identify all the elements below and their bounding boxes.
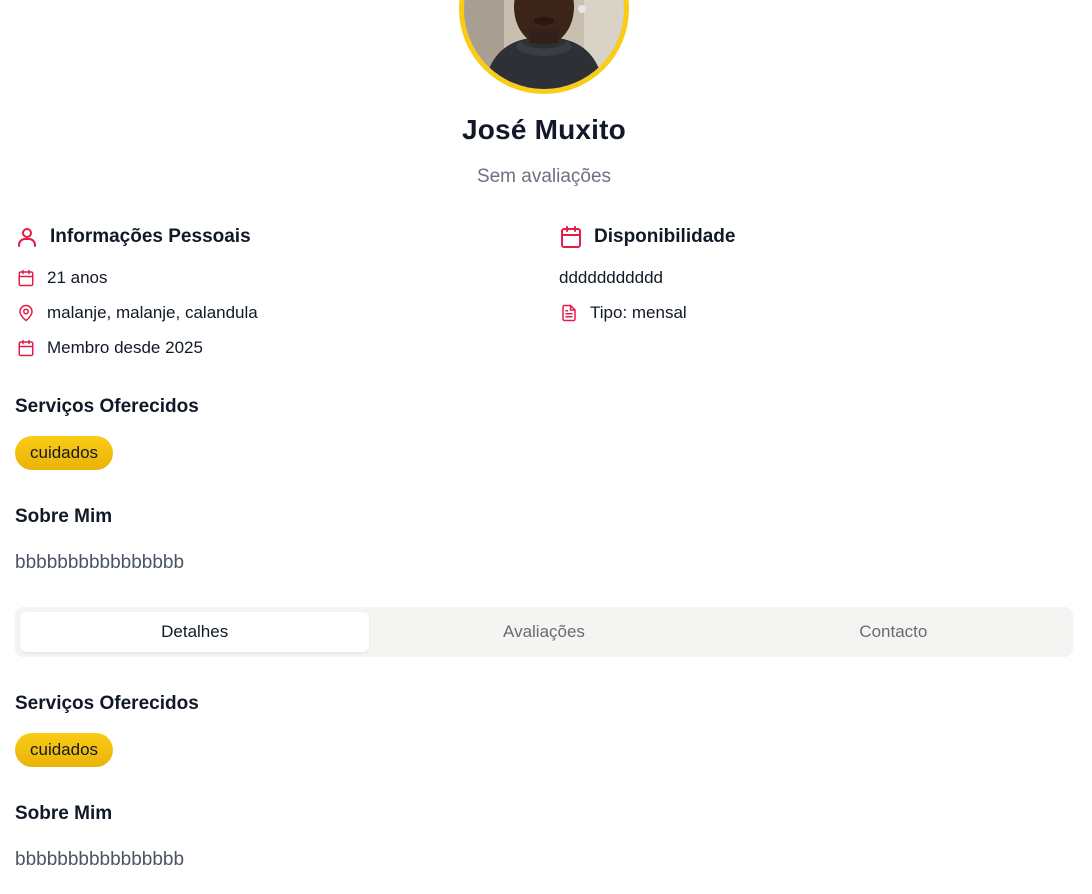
calendar-icon: [17, 269, 35, 287]
profile-name: José Muxito: [461, 114, 626, 145]
about-text: bbbbbbbbbbbbbbbb: [15, 552, 185, 573]
personal-info-heading: Informações Pessoais: [15, 225, 251, 249]
details-about-title: Sobre Mim: [15, 803, 113, 824]
tab-contacto[interactable]: Contacto: [719, 612, 1068, 652]
location-row: malanje, malanje, calandula: [17, 303, 258, 323]
map-pin-icon: [17, 304, 35, 322]
location-value: malanje, malanje, calandula: [47, 303, 258, 322]
age-value: 21 anos: [47, 268, 108, 287]
rating-status: Sem avaliações: [476, 166, 612, 187]
avatar-photo: [464, 0, 624, 89]
tab-avaliacoes[interactable]: Avaliações: [369, 612, 718, 652]
member-since-row: Membro desde 2025: [17, 338, 203, 358]
member-since-value: Membro desde 2025: [47, 338, 203, 357]
availability-heading: Disponibilidade: [559, 225, 735, 249]
availability-title: Disponibilidade: [594, 226, 736, 247]
profile-page: José Muxito Sem avaliações Informações P…: [0, 0, 1092, 894]
age-row: 21 anos: [17, 268, 108, 288]
type-value: Tipo: mensal: [590, 303, 687, 322]
profile-tabs: Detalhes Avaliações Contacto: [15, 607, 1073, 657]
about-title: Sobre Mim: [15, 506, 113, 527]
details-service-chip: cuidados: [15, 733, 114, 767]
calendar-icon: [17, 339, 35, 357]
details-about-text: bbbbbbbbbbbbbbbb: [15, 849, 185, 870]
availability-value: ddddddddddd: [559, 268, 664, 287]
tab-detalhes[interactable]: Detalhes: [20, 612, 370, 652]
user-icon: [15, 225, 39, 249]
calendar-icon: [559, 225, 583, 249]
avatar: [459, 0, 629, 94]
details-services-title: Serviços Oferecidos: [15, 693, 199, 714]
file-text-icon: [560, 304, 578, 322]
services-title: Serviços Oferecidos: [15, 396, 199, 417]
type-row: Tipo: mensal: [560, 303, 687, 323]
service-chip: cuidados: [15, 436, 114, 470]
personal-info-title: Informações Pessoais: [50, 226, 251, 247]
